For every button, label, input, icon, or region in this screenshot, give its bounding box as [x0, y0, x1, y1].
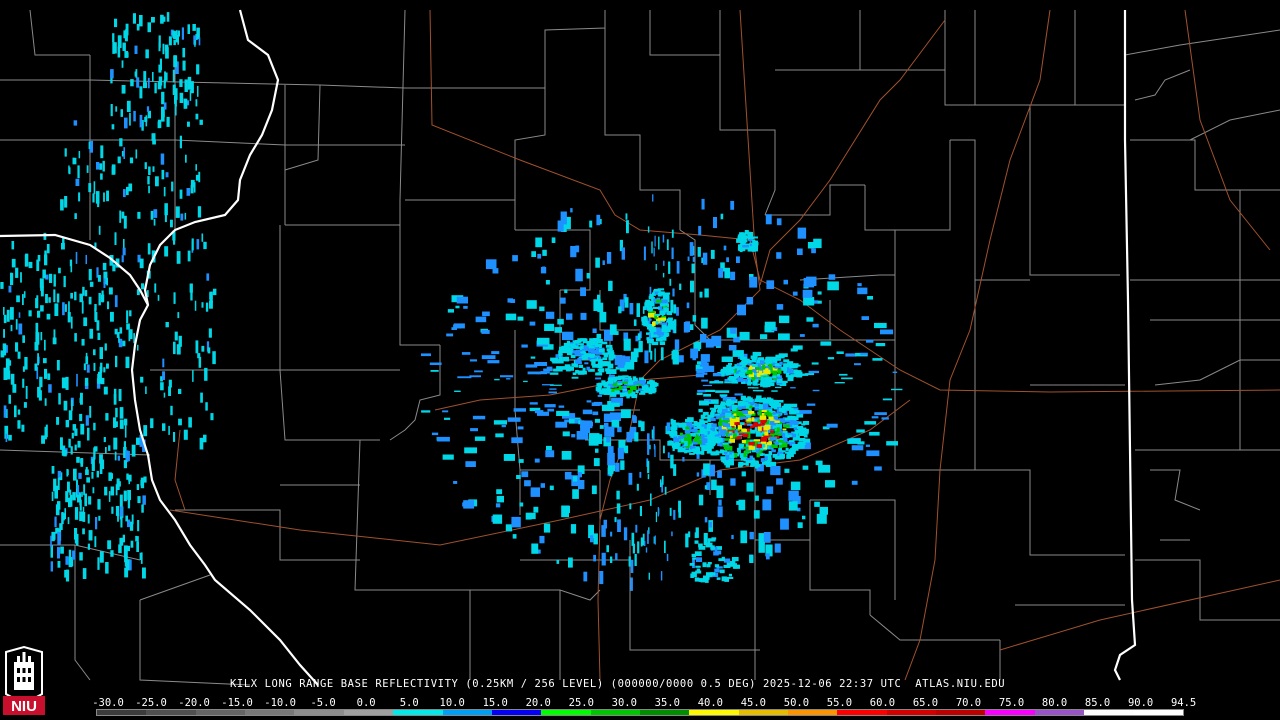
scale-label: 90.0: [1127, 697, 1154, 709]
colorbar-segment: [689, 710, 739, 715]
scale-label: -15.0: [221, 697, 253, 709]
scale-label: -5.0: [310, 697, 336, 709]
colorbar-segment: [886, 710, 937, 715]
colorbar-segment: [590, 710, 640, 715]
scale-label: 60.0: [869, 697, 896, 709]
scale-label: 70.0: [955, 697, 982, 709]
colorbar-segment: [491, 710, 542, 715]
colorbar-segment: [442, 710, 492, 715]
scale-label: 35.0: [654, 697, 680, 709]
scale-label: -30.0: [92, 697, 124, 709]
scale-label: 80.0: [1041, 697, 1068, 709]
colorbar-segment: [1034, 710, 1085, 715]
scale-label: -25.0: [135, 697, 167, 709]
scale-label: 20.0: [525, 697, 551, 709]
colorbar-segment: [97, 710, 147, 715]
colorbar-segment: [1084, 710, 1134, 715]
colorbar-segment: [1133, 710, 1183, 715]
reflectivity-colorbar: [96, 709, 1184, 716]
scale-label: 65.0: [912, 697, 939, 709]
scale-label: 25.0: [568, 697, 594, 709]
niu-logo: NIU: [3, 646, 45, 715]
scale-label: 94.5: [1170, 697, 1197, 709]
colorbar-segment: [738, 710, 789, 715]
colorbar-segment: [294, 710, 344, 715]
product-caption: KILX LONG RANGE BASE REFLECTIVITY (0.25K…: [230, 678, 1006, 690]
scale-label: 55.0: [826, 697, 853, 709]
scale-label: 15.0: [482, 697, 508, 709]
scale-label: 85.0: [1084, 697, 1111, 709]
scale-label: -20.0: [178, 697, 210, 709]
scale-label: 0.0: [356, 697, 376, 709]
logo-text: NIU: [11, 698, 37, 715]
colorbar-segment: [146, 710, 196, 715]
colorbar-segment: [936, 710, 986, 715]
colorbar-segment: [195, 710, 246, 715]
radar-map: [0, 9, 1280, 686]
scale-label: 30.0: [611, 697, 637, 709]
colorbar-segment: [343, 710, 394, 715]
colorbar-segment: [393, 710, 443, 715]
colorbar-segment: [788, 710, 838, 715]
reflectivity-scale-labels: -30.0 -25.0 -20.0 -15.0 -10.0 -5.0 0.0 5.0 10.0 1…: [92, 697, 1196, 709]
scale-label: 45.0: [740, 697, 767, 709]
colorbar-segment: [541, 710, 591, 715]
reflectivity-echoes: [0, 12, 903, 591]
colorbar-segment: [985, 710, 1035, 715]
scale-label: 40.0: [697, 697, 723, 709]
scale-label: 10.0: [439, 697, 465, 709]
colorbar-segment: [245, 710, 295, 715]
scale-label: 75.0: [998, 697, 1025, 709]
colorbar-segment: [639, 710, 690, 715]
scale-label: 5.0: [399, 697, 419, 709]
scale-label: 50.0: [783, 697, 810, 709]
colorbar-segment: [837, 710, 887, 715]
scale-label: -10.0: [264, 697, 296, 709]
